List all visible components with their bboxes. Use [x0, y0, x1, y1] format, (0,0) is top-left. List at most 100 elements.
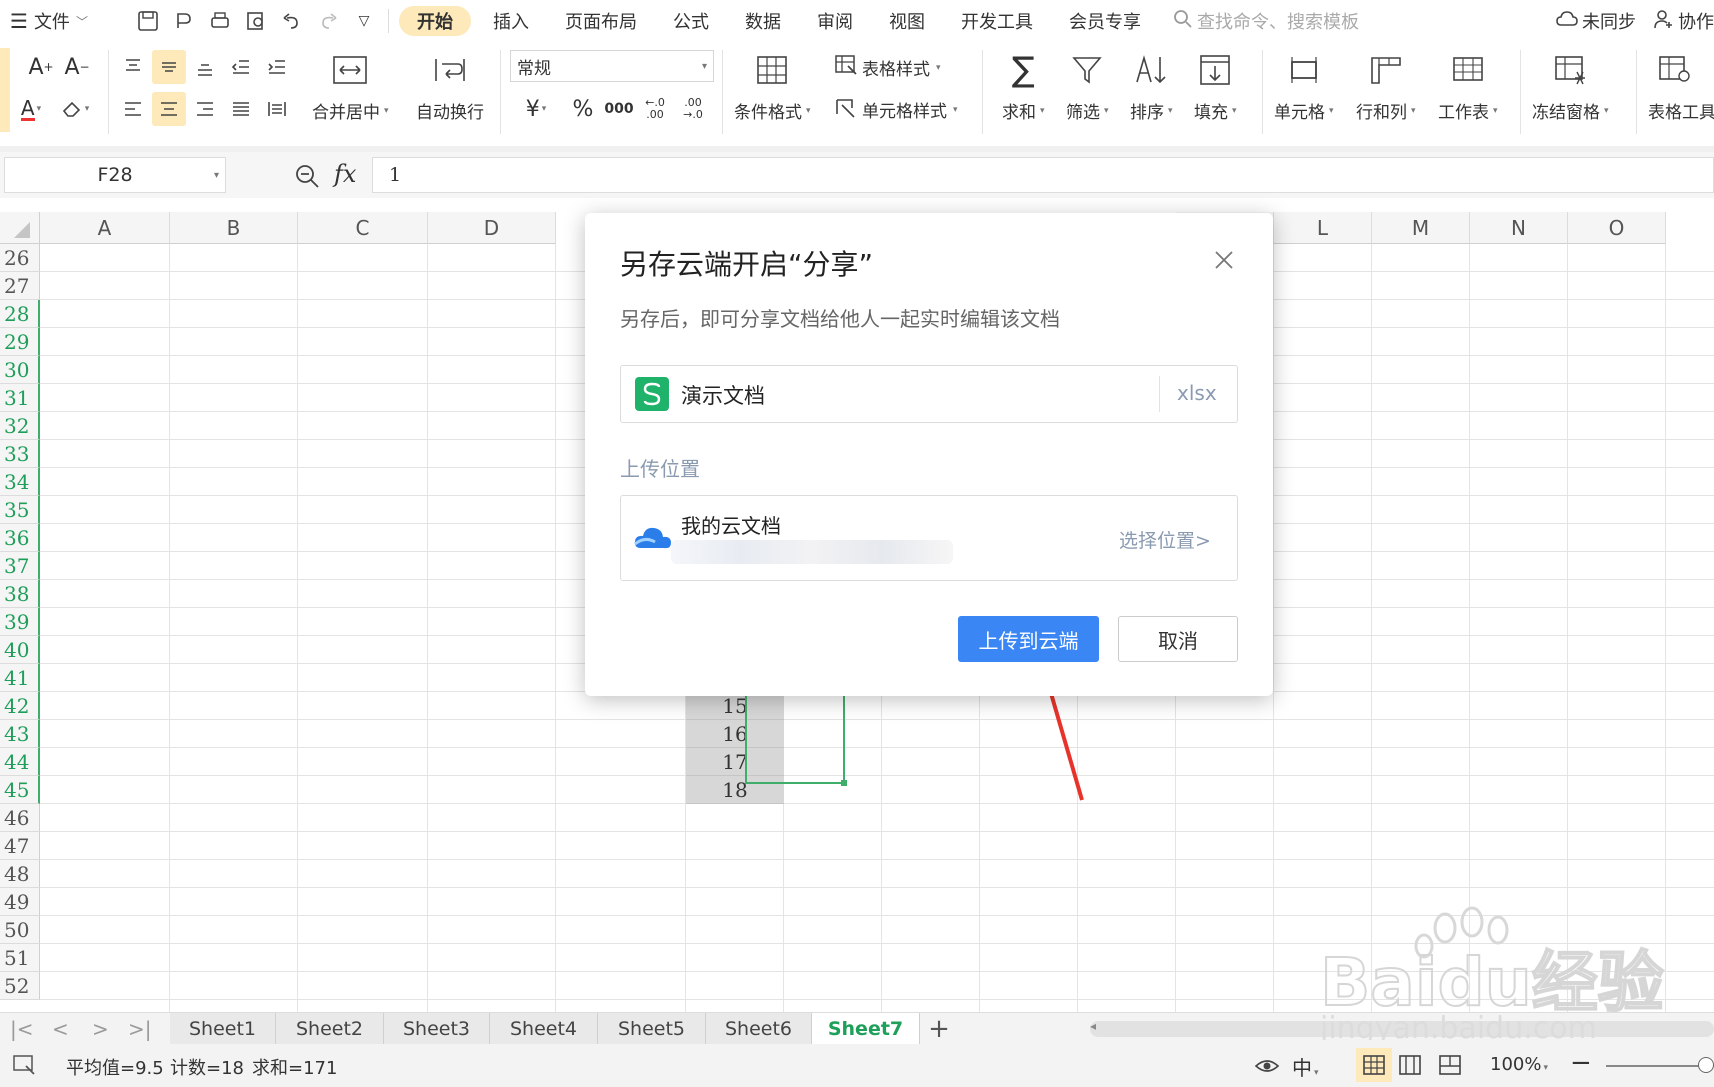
- zoom-slider-thumb[interactable]: [1698, 1057, 1714, 1073]
- row-header-49[interactable]: 49: [0, 888, 40, 916]
- row-header-27[interactable]: 27: [0, 272, 40, 300]
- tab-formulas[interactable]: 公式: [655, 0, 727, 42]
- increase-decimal-icon[interactable]: ←.0.00: [638, 92, 672, 126]
- upload-to-cloud-button[interactable]: 上传到云端: [958, 616, 1099, 662]
- filter-button[interactable]: 筛选 ▾: [1066, 50, 1109, 123]
- page-break-view-icon[interactable]: [1438, 1054, 1462, 1081]
- zoom-out-icon[interactable]: −: [1570, 1048, 1592, 1078]
- currency-icon[interactable]: ¥ ▾: [514, 92, 558, 126]
- export-pdf-icon[interactable]: [166, 0, 202, 42]
- chinese-input-icon[interactable]: 中 ▾: [1292, 1052, 1319, 1081]
- save-icon[interactable]: [130, 0, 166, 42]
- column-header-m[interactable]: M: [1372, 212, 1470, 244]
- row-header-50[interactable]: 50: [0, 916, 40, 944]
- macro-record-icon[interactable]: [12, 1054, 36, 1081]
- formula-input[interactable]: 1: [372, 157, 1714, 193]
- redo-icon[interactable]: [310, 0, 346, 42]
- row-header-51[interactable]: 51: [0, 944, 40, 972]
- fill-button[interactable]: 填充 ▾: [1194, 50, 1237, 123]
- tab-developer[interactable]: 开发工具: [943, 0, 1051, 42]
- align-center-icon[interactable]: [152, 92, 186, 126]
- column-header-n[interactable]: N: [1470, 212, 1568, 244]
- row-header-33[interactable]: 33: [0, 440, 40, 468]
- cell-f44[interactable]: 17: [686, 748, 784, 776]
- row-col-button[interactable]: 行和列 ▾: [1356, 50, 1416, 123]
- column-header-l[interactable]: L: [1274, 212, 1372, 244]
- cell-f43[interactable]: 16: [686, 720, 784, 748]
- tab-review[interactable]: 审阅: [799, 0, 871, 42]
- tab-page-layout[interactable]: 页面布局: [547, 0, 655, 42]
- table-style-button[interactable]: 表格样式 ▾: [834, 54, 941, 81]
- decrease-indent-icon[interactable]: [224, 50, 258, 84]
- sum-button[interactable]: ∑ 求和 ▾: [1002, 50, 1045, 123]
- row-header-44[interactable]: 44: [0, 748, 40, 776]
- cancel-button[interactable]: 取消: [1118, 616, 1238, 662]
- row-header-42[interactable]: 42: [0, 692, 40, 720]
- row-header-41[interactable]: 41: [0, 664, 40, 692]
- sync-status[interactable]: 未同步: [1556, 8, 1636, 34]
- prev-sheet-icon[interactable]: <: [52, 1017, 69, 1041]
- scroll-left-icon[interactable]: ◂: [1090, 1019, 1096, 1033]
- row-header-26[interactable]: 26: [0, 244, 40, 272]
- row-header-47[interactable]: 47: [0, 832, 40, 860]
- sort-button[interactable]: 排序 ▾: [1130, 50, 1173, 123]
- sheet-tab-7[interactable]: Sheet7: [812, 1013, 920, 1045]
- tab-data[interactable]: 数据: [727, 0, 799, 42]
- align-right-icon[interactable]: [188, 92, 222, 126]
- font-color-icon[interactable]: A ▾: [14, 92, 48, 126]
- column-header-a[interactable]: A: [40, 212, 170, 244]
- normal-view-icon[interactable]: [1356, 1048, 1392, 1082]
- file-name-field[interactable]: 演示文档 xlsx: [620, 365, 1238, 423]
- choose-location-link[interactable]: 选择位置>: [1119, 526, 1211, 553]
- worksheet-button[interactable]: 工作表 ▾: [1438, 50, 1498, 123]
- add-sheet-icon[interactable]: +: [924, 1013, 954, 1045]
- row-header-43[interactable]: 43: [0, 720, 40, 748]
- sheet-tab-1[interactable]: Sheet1: [170, 1013, 276, 1045]
- table-tools-button[interactable]: 表格工具: [1648, 50, 1714, 123]
- column-header-c[interactable]: C: [298, 212, 428, 244]
- select-all-corner[interactable]: [0, 212, 40, 244]
- undo-icon[interactable]: [274, 0, 310, 42]
- decrease-font-icon[interactable]: A −: [60, 50, 94, 84]
- print-preview-icon[interactable]: [238, 0, 274, 42]
- next-sheet-icon[interactable]: >: [92, 1017, 109, 1041]
- row-header-29[interactable]: 29: [0, 328, 40, 356]
- tab-home[interactable]: 开始: [399, 6, 471, 36]
- decrease-decimal-icon[interactable]: .00 →.0: [676, 92, 710, 126]
- cell-f45[interactable]: 18: [686, 776, 784, 804]
- row-header-34[interactable]: 34: [0, 468, 40, 496]
- row-header-36[interactable]: 36: [0, 524, 40, 552]
- fill-handle[interactable]: [841, 780, 847, 786]
- last-sheet-icon[interactable]: >|: [128, 1017, 152, 1041]
- eraser-icon[interactable]: ▾: [54, 92, 96, 126]
- align-bottom-icon[interactable]: [188, 50, 222, 84]
- file-menu-button[interactable]: ☰ 文件 ﹀: [10, 8, 110, 34]
- function-icon[interactable]: fx: [334, 160, 356, 188]
- row-header-31[interactable]: 31: [0, 384, 40, 412]
- tab-insert[interactable]: 插入: [475, 0, 547, 42]
- name-box[interactable]: F28 ▾: [4, 157, 226, 193]
- cell-style-button[interactable]: 单元格样式 ▾: [834, 96, 958, 123]
- print-icon[interactable]: [202, 0, 238, 42]
- tab-view[interactable]: 视图: [871, 0, 943, 42]
- sheet-tab-3[interactable]: Sheet3: [384, 1013, 490, 1045]
- row-header-46[interactable]: 46: [0, 804, 40, 832]
- row-header-32[interactable]: 32: [0, 412, 40, 440]
- customize-toolbar-icon[interactable]: ▽: [346, 0, 382, 42]
- increase-indent-icon[interactable]: [260, 50, 294, 84]
- close-icon[interactable]: [1213, 249, 1239, 275]
- merge-center-button[interactable]: 合并居中 ▾: [312, 50, 389, 123]
- conditional-format-button[interactable]: 条件格式 ▾: [734, 50, 811, 123]
- row-header-52[interactable]: 52: [0, 972, 40, 1000]
- distributed-align-icon[interactable]: [260, 92, 294, 126]
- horizontal-scrollbar[interactable]: [1090, 1021, 1714, 1037]
- upload-location-field[interactable]: 我的云文档 选择位置>: [620, 495, 1238, 581]
- row-header-37[interactable]: 37: [0, 552, 40, 580]
- collab-button[interactable]: 协作: [1654, 8, 1714, 34]
- number-format-select[interactable]: 常规 ▾: [510, 50, 714, 82]
- sheet-tab-5[interactable]: Sheet5: [598, 1013, 706, 1045]
- first-sheet-icon[interactable]: |<: [10, 1017, 34, 1041]
- tab-member[interactable]: 会员专享: [1051, 0, 1159, 42]
- sheet-tab-4[interactable]: Sheet4: [490, 1013, 598, 1045]
- sheet-tab-2[interactable]: Sheet2: [276, 1013, 384, 1045]
